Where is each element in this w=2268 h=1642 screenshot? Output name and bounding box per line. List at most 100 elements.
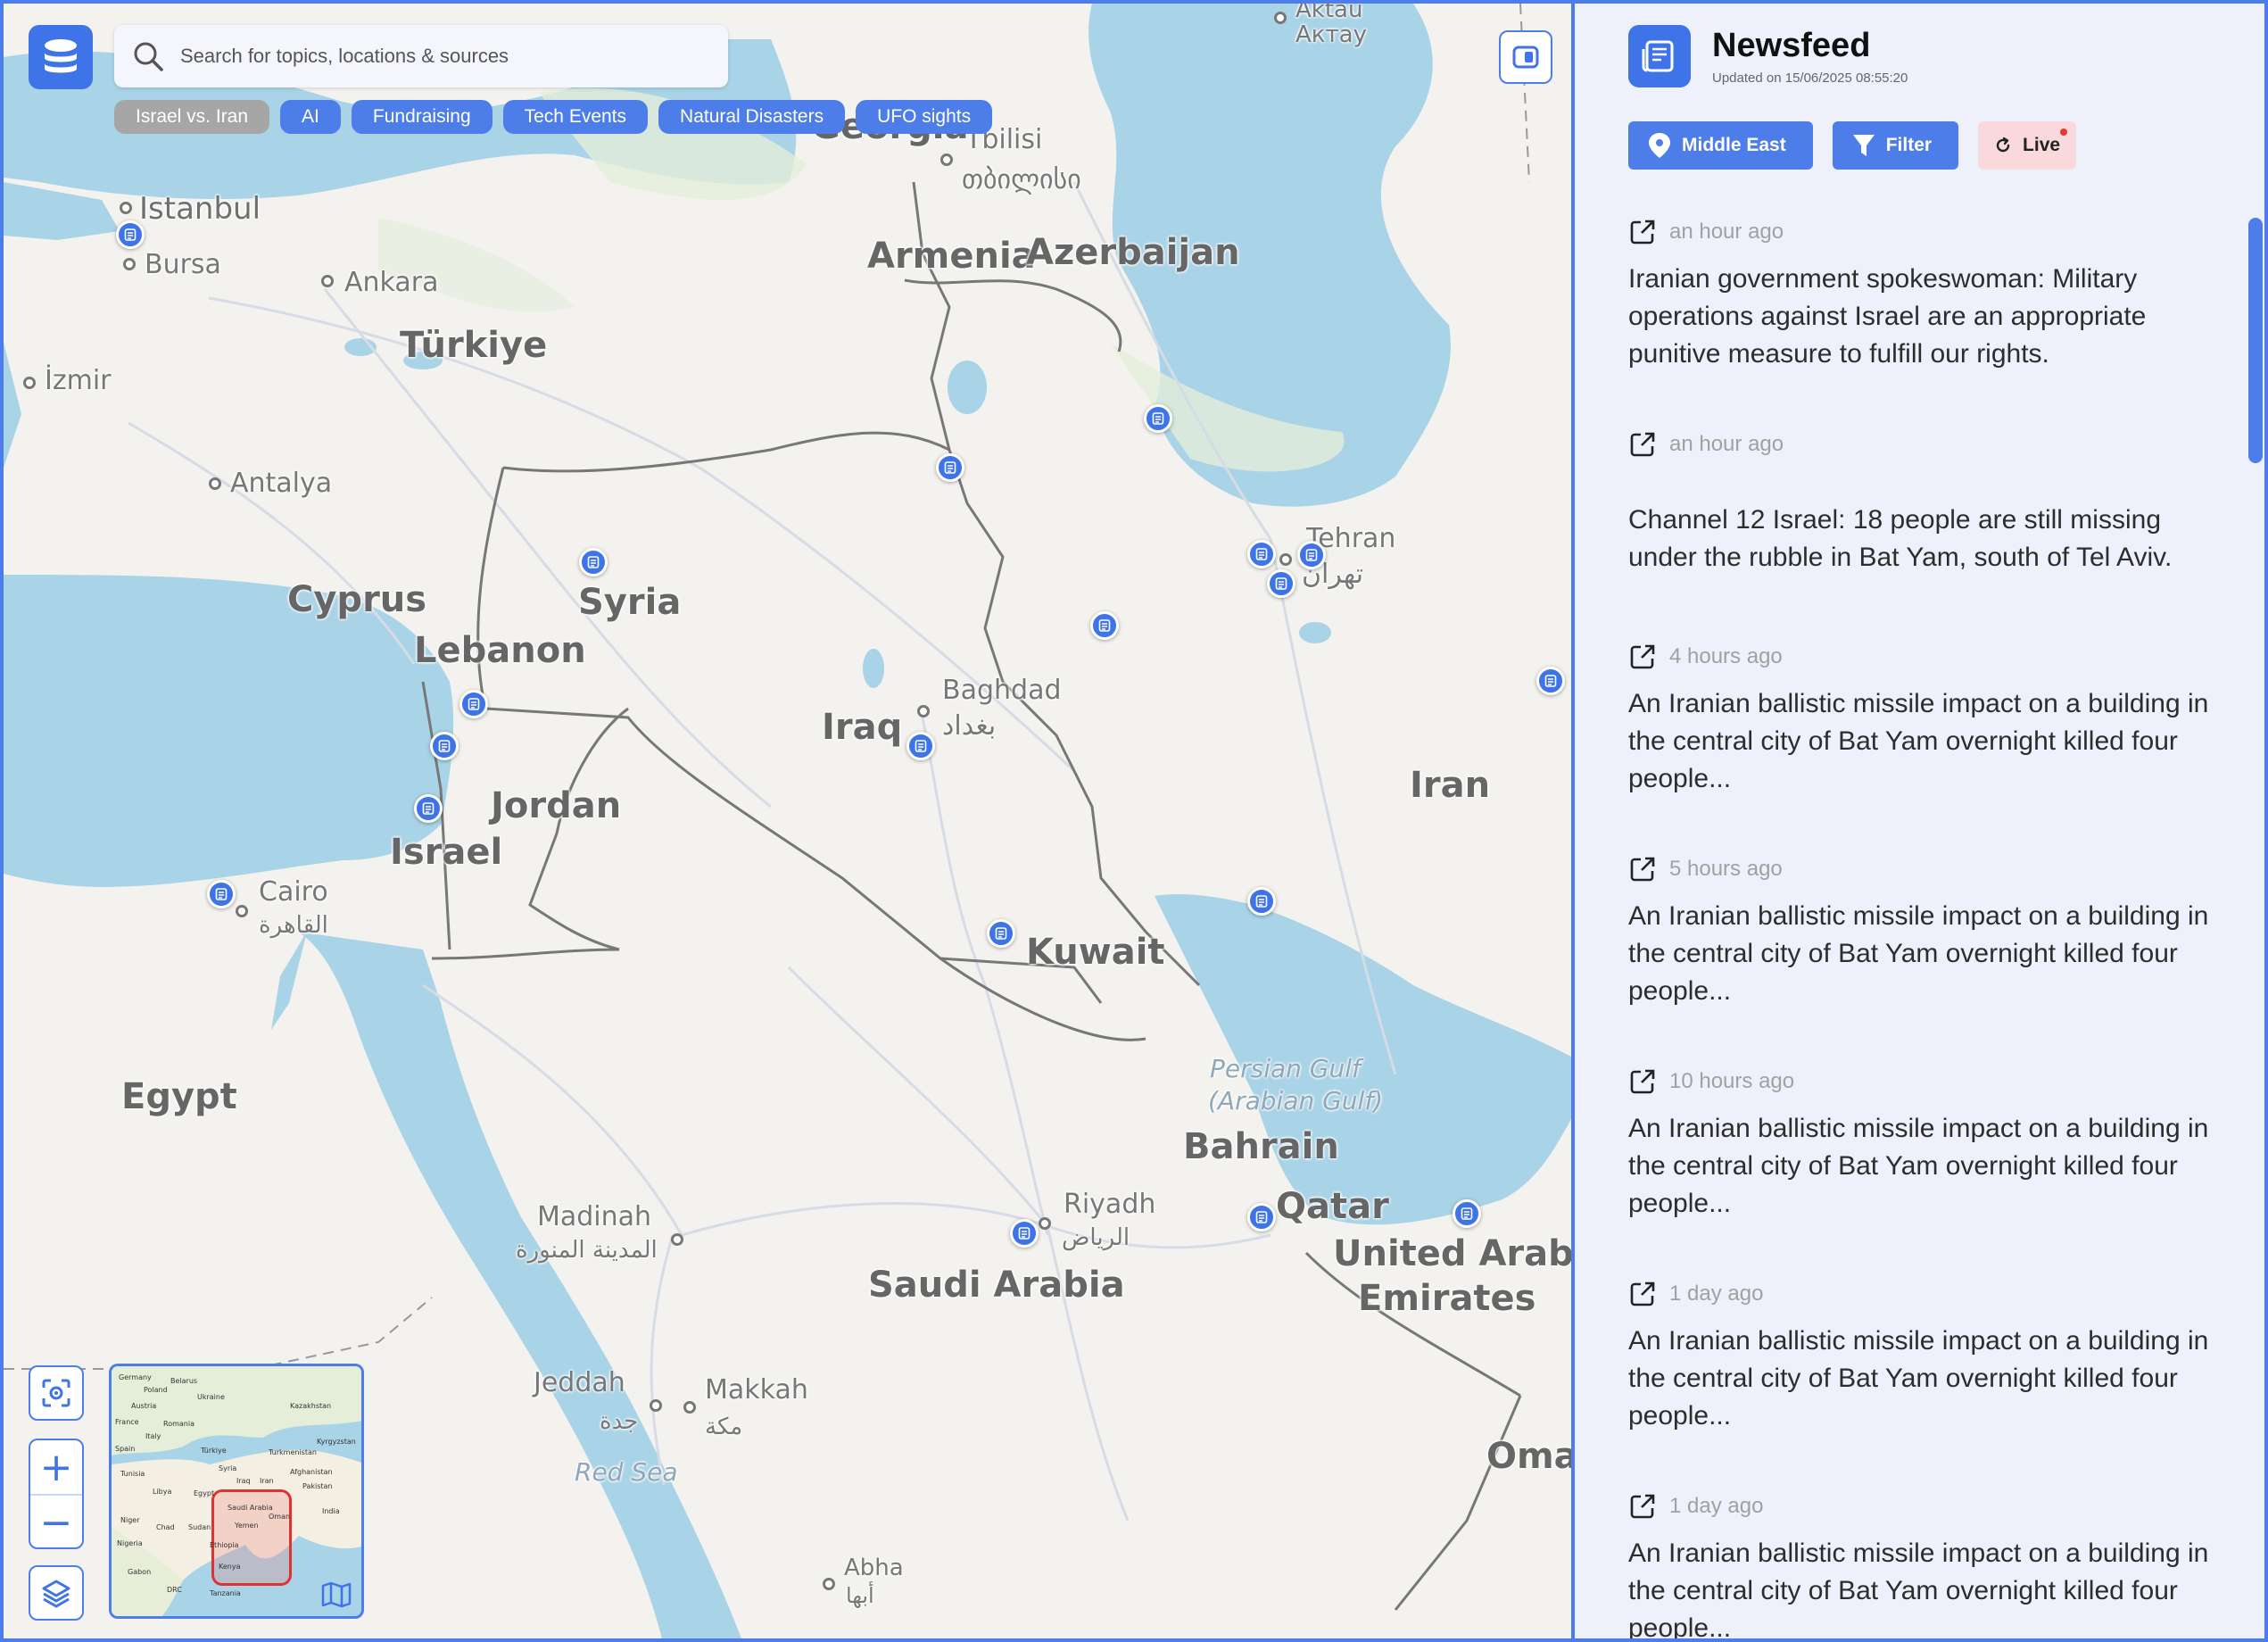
minimap-label: Poland: [144, 1386, 168, 1394]
chip-tech-events[interactable]: Tech Events: [502, 100, 649, 134]
news-item-text: Iranian government spokeswoman: Military…: [1628, 264, 2147, 369]
search-icon: [134, 42, 163, 71]
news-marker[interactable]: [1247, 887, 1276, 916]
external-link-icon[interactable]: [1628, 643, 1657, 671]
external-link-icon[interactable]: [1628, 430, 1657, 459]
news-item-text: An Iranian ballistic missile impact on a…: [1628, 689, 2209, 793]
zoom-in-button[interactable]: +: [30, 1440, 82, 1494]
label-istanbul: Istanbul: [139, 191, 261, 227]
minimap-label: Kyrgyzstan: [317, 1438, 356, 1446]
article-icon: [438, 740, 451, 752]
news-marker[interactable]: [1144, 404, 1172, 433]
external-link-icon[interactable]: [1628, 218, 1657, 246]
news-item-text: An Iranian ballistic missile impact on a…: [1628, 901, 2209, 1006]
minimap-label: France: [115, 1418, 139, 1426]
chip-natural-disasters[interactable]: Natural Disasters: [658, 100, 846, 134]
layers-button[interactable]: [29, 1565, 84, 1621]
news-marker[interactable]: [1247, 540, 1276, 568]
focus-icon: [42, 1379, 70, 1407]
chip-israel-vs-iran[interactable]: Israel vs. Iran: [114, 100, 270, 134]
panel-toggle-button[interactable]: [1499, 30, 1552, 84]
minimap-label: Niger: [120, 1516, 140, 1524]
minimap-label: Oman: [269, 1513, 291, 1521]
news-item[interactable]: an hour ago Channel 12 Israel: 18 people…: [1628, 423, 2235, 635]
news-marker[interactable]: [1090, 611, 1119, 640]
map-view[interactable]: Georgia Armenia Azerbaijan Türkiye Cypru…: [4, 4, 1571, 1638]
chip-fundraising[interactable]: Fundraising: [351, 100, 493, 134]
minimap-label: Germany: [119, 1373, 152, 1381]
minimap-label: Turkmenistan: [269, 1448, 317, 1456]
city-dot-bursa: [123, 258, 136, 270]
minimap-label: Ethiopia: [210, 1541, 239, 1549]
news-item[interactable]: an hour ago Iranian government spokeswom…: [1628, 211, 2235, 423]
newsfeed-actions: Middle East Filter Live: [1628, 121, 2077, 170]
minimap-label: Sudan: [188, 1523, 211, 1531]
news-marker[interactable]: [1297, 541, 1326, 569]
news-item[interactable]: 4 hours ago An Iranian ballistic missile…: [1628, 635, 2235, 848]
news-marker[interactable]: [579, 548, 608, 576]
search-bar[interactable]: [114, 25, 728, 87]
minimap-label: Ukraine: [197, 1393, 225, 1401]
news-marker[interactable]: [116, 220, 145, 249]
article-icon: [422, 802, 435, 815]
news-marker[interactable]: [1247, 1203, 1276, 1232]
external-link-icon[interactable]: [1628, 1280, 1657, 1308]
recenter-button[interactable]: [29, 1365, 84, 1421]
newsfeed-icon: [1628, 25, 1691, 87]
article-icon: [1255, 548, 1268, 560]
external-link-icon[interactable]: [1628, 1067, 1657, 1096]
news-marker[interactable]: [1536, 667, 1565, 695]
news-item[interactable]: 1 day ago An Iranian ballistic missile i…: [1628, 1273, 2235, 1485]
news-marker[interactable]: [414, 794, 443, 823]
news-item-time: an hour ago: [1669, 432, 1784, 456]
news-item[interactable]: 5 hours ago An Iranian ballistic missile…: [1628, 848, 2235, 1060]
news-marker[interactable]: [1010, 1219, 1039, 1248]
map-view-icon[interactable]: [320, 1580, 352, 1609]
chip-ai[interactable]: AI: [280, 100, 341, 134]
region-button[interactable]: Middle East: [1628, 121, 1813, 170]
news-marker[interactable]: [207, 880, 236, 908]
minimap[interactable]: Germany Belarus Poland Ukraine Kazakhsta…: [109, 1364, 364, 1619]
minimap-label: Spain: [115, 1445, 136, 1453]
news-marker[interactable]: [459, 690, 488, 718]
city-dot-riyadh: [1039, 1217, 1051, 1230]
newsfeed-scrollbar[interactable]: [2248, 218, 2263, 463]
city-dot-baghdad: [917, 705, 930, 717]
label-persian-gulf-line2: (Arabian Gulf): [1208, 1086, 1384, 1115]
label-cairo: Cairo: [259, 876, 328, 908]
external-link-icon[interactable]: [1628, 1492, 1657, 1521]
filter-button[interactable]: Filter: [1832, 121, 1959, 170]
news-marker[interactable]: [987, 919, 1015, 948]
label-cyprus: Cyprus: [287, 579, 427, 620]
article-icon: [1305, 549, 1318, 561]
news-marker[interactable]: [1267, 569, 1295, 598]
label-egypt: Egypt: [121, 1076, 237, 1117]
minimap-label: Iran: [260, 1477, 274, 1485]
label-azerbaijan: Azerbaijan: [1026, 232, 1240, 273]
minimap-label: Libya: [153, 1488, 172, 1496]
chip-ufo-sights[interactable]: UFO sights: [856, 100, 993, 134]
news-marker[interactable]: [1453, 1199, 1481, 1228]
article-icon: [944, 461, 956, 474]
external-link-icon[interactable]: [1628, 855, 1657, 883]
news-marker[interactable]: [430, 732, 459, 760]
news-marker[interactable]: [906, 732, 935, 760]
minimap-label: Afghanistan: [290, 1468, 333, 1476]
app-logo[interactable]: [29, 25, 93, 89]
minimap-label: Pakistan: [302, 1482, 333, 1490]
label-madinah-local: المدينة المنورة: [516, 1237, 658, 1264]
search-input[interactable]: [180, 45, 698, 68]
label-qatar: Qatar: [1276, 1186, 1389, 1227]
label-aktau-local: Актау: [1295, 21, 1367, 48]
city-dot-abha: [823, 1578, 835, 1590]
news-item[interactable]: 1 day ago An Iranian ballistic missile i…: [1628, 1485, 2235, 1638]
live-button[interactable]: Live: [1978, 121, 2077, 170]
newsfeed-title: Newsfeed: [1712, 27, 1871, 64]
minimap-label: Iraq: [236, 1477, 251, 1485]
news-item[interactable]: 10 hours ago An Iranian ballistic missil…: [1628, 1060, 2235, 1273]
news-marker[interactable]: [936, 453, 964, 482]
article-icon: [215, 888, 228, 900]
zoom-out-button[interactable]: −: [30, 1496, 82, 1549]
minimap-label: Tunisia: [120, 1470, 145, 1478]
news-item-text: An Iranian ballistic missile impact on a…: [1628, 1114, 2209, 1218]
